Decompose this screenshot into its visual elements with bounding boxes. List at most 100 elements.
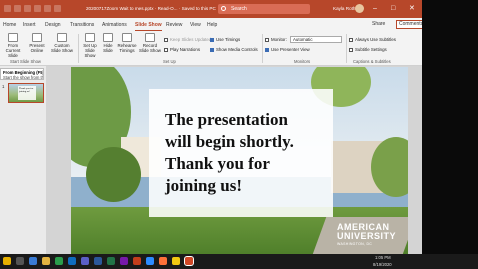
present-online-button[interactable]: Present Online [27, 33, 47, 53]
save-icon[interactable] [14, 5, 21, 12]
restore-button[interactable]: □ [391, 4, 395, 13]
excel-icon[interactable] [107, 257, 115, 265]
notes-icon[interactable] [172, 257, 180, 265]
clock-date[interactable]: 8/19/2020 [373, 262, 392, 267]
minimize-button[interactable]: – [373, 4, 377, 13]
tab-review[interactable]: Review [166, 22, 182, 28]
undo-icon[interactable] [24, 5, 31, 12]
onenote-icon[interactable] [120, 257, 128, 265]
tab-home[interactable]: Home [3, 22, 16, 28]
edge-icon[interactable] [29, 257, 37, 265]
slide-text-line: will begin shortly. [165, 132, 294, 151]
comments-button[interactable]: Comments [396, 20, 422, 29]
monitor-icon [265, 37, 269, 42]
slide-thumbnail[interactable]: Thank you for joining us! [8, 83, 44, 103]
use-presenter-view-checkbox[interactable]: Use Presenter View [265, 47, 310, 52]
firefox-icon[interactable] [159, 257, 167, 265]
close-button[interactable]: ✕ [409, 4, 415, 13]
thumbnail-text: Thank you for joining us! [18, 86, 36, 100]
explorer-icon[interactable] [42, 257, 50, 265]
tab-slide-show[interactable]: Slide Show [135, 22, 162, 31]
checkbox-checked-icon [265, 47, 269, 52]
powerpoint-icon[interactable] [133, 257, 141, 265]
tab-animations[interactable]: Animations [102, 22, 127, 28]
slide-text-box[interactable]: The presentation will begin shortly. Tha… [149, 89, 333, 217]
monitor-label: Monitor: [265, 37, 287, 42]
monitor-select[interactable]: Automatic [290, 36, 342, 43]
record-icon [145, 33, 155, 42]
word-icon[interactable] [94, 257, 102, 265]
avatar[interactable] [355, 4, 364, 13]
subtitle-icon [349, 47, 353, 52]
hide-slide-button[interactable]: Hide Slide [101, 33, 115, 53]
checkbox-checked-icon [210, 37, 214, 42]
keep-updated-icon [164, 37, 168, 42]
search-icon[interactable] [16, 257, 24, 265]
windows-icon[interactable] [3, 257, 11, 265]
hide-slide-icon [103, 33, 113, 42]
group-captions-label: Captions & Subtitles [353, 59, 391, 64]
set-up-slide-show-button[interactable]: Set Up Slide Show [80, 33, 100, 58]
group-divider [262, 34, 263, 63]
keep-slides-updated-button: Keep Slides Updated [164, 37, 211, 42]
customize-qat-icon[interactable] [54, 5, 61, 12]
logo-subtitle: WASHINGTON, DC [337, 242, 373, 246]
checkbox-checked-icon [210, 47, 214, 52]
user-name[interactable]: Kayla Roth [333, 6, 355, 11]
from-current-slide-button[interactable]: From Current Slide [3, 33, 23, 58]
chrome-icon[interactable] [55, 257, 63, 265]
play-narrations-checkbox[interactable]: Play Narrations [164, 47, 200, 52]
record-slide-show-button[interactable]: Record Slide Show [138, 33, 162, 53]
search-placeholder: Search [231, 6, 247, 12]
present-icon[interactable] [44, 5, 51, 12]
ribbon: From Current Slide Present Online Custom… [0, 31, 422, 66]
present-online-icon [32, 33, 42, 42]
clock-time[interactable]: 1:05 PM [375, 255, 391, 260]
powerpoint-window: 20200717Zoom Wait to mes.pptx · Read-O..… [0, 0, 422, 254]
slide-text-line: Thank you for [165, 154, 270, 173]
ribbon-tabs: Home Insert Design Transitions Animation… [0, 18, 422, 31]
teams-icon[interactable] [81, 257, 89, 265]
tab-insert[interactable]: Insert [23, 22, 36, 28]
document-title: 20200717Zoom Wait to mes.pptx · Read-O..… [86, 6, 216, 11]
tab-help[interactable]: Help [207, 22, 217, 28]
setup-icon [85, 33, 95, 42]
slide-thumbnail-pane: From Beginning (F5) Start the show from … [0, 66, 46, 254]
custom-show-icon [57, 33, 67, 42]
windows-taskbar: 1:05 PM 8/19/2020 [0, 254, 478, 269]
subtitle-settings-button[interactable]: Subtitle Settings [349, 47, 387, 52]
redo-icon[interactable] [34, 5, 41, 12]
group-start-slide-show-label: Start Slide Show [10, 59, 41, 64]
share-button[interactable]: Share [372, 21, 385, 27]
autosave-icon[interactable] [4, 5, 11, 12]
group-divider [346, 34, 347, 63]
tab-design[interactable]: Design [45, 22, 61, 28]
slide-number: 1 [2, 84, 5, 89]
tree-image [86, 147, 141, 202]
outlook-icon[interactable] [68, 257, 76, 265]
screen-margin [422, 0, 478, 254]
checkbox-icon [164, 47, 168, 52]
current-slide[interactable]: The presentation will begin shortly. Tha… [71, 67, 408, 254]
group-set-up-label: Set Up [163, 59, 176, 64]
tab-transitions[interactable]: Transitions [70, 22, 94, 28]
rehearse-icon [122, 33, 132, 42]
search-input[interactable]: Search [218, 4, 310, 14]
always-use-subtitles-checkbox[interactable]: Always Use Subtitles [349, 37, 396, 42]
tooltip-description: Start the show from the first slide. [3, 75, 44, 80]
slide-text-line: joining us! [165, 176, 242, 195]
custom-slide-show-button[interactable]: Custom Slide Show [50, 33, 74, 53]
group-monitors-label: Monitors [294, 59, 311, 64]
from-beginning-tooltip: From Beginning (F5) Start the show from … [0, 68, 44, 80]
use-timings-checkbox[interactable]: Use Timings [210, 37, 240, 42]
zoom-icon[interactable] [146, 257, 154, 265]
university-logo: AMERICAN UNIVERSITY [337, 222, 397, 241]
title-bar: 20200717Zoom Wait to mes.pptx · Read-O..… [0, 0, 422, 18]
powerpoint-active-icon[interactable] [184, 256, 194, 266]
slideshow-icon [8, 33, 18, 42]
search-icon [221, 6, 226, 11]
group-divider [78, 34, 79, 63]
rehearse-timings-button[interactable]: Rehearse Timings [117, 33, 137, 53]
show-media-controls-checkbox[interactable]: Show Media Controls [210, 47, 258, 52]
tab-view[interactable]: View [190, 22, 201, 28]
